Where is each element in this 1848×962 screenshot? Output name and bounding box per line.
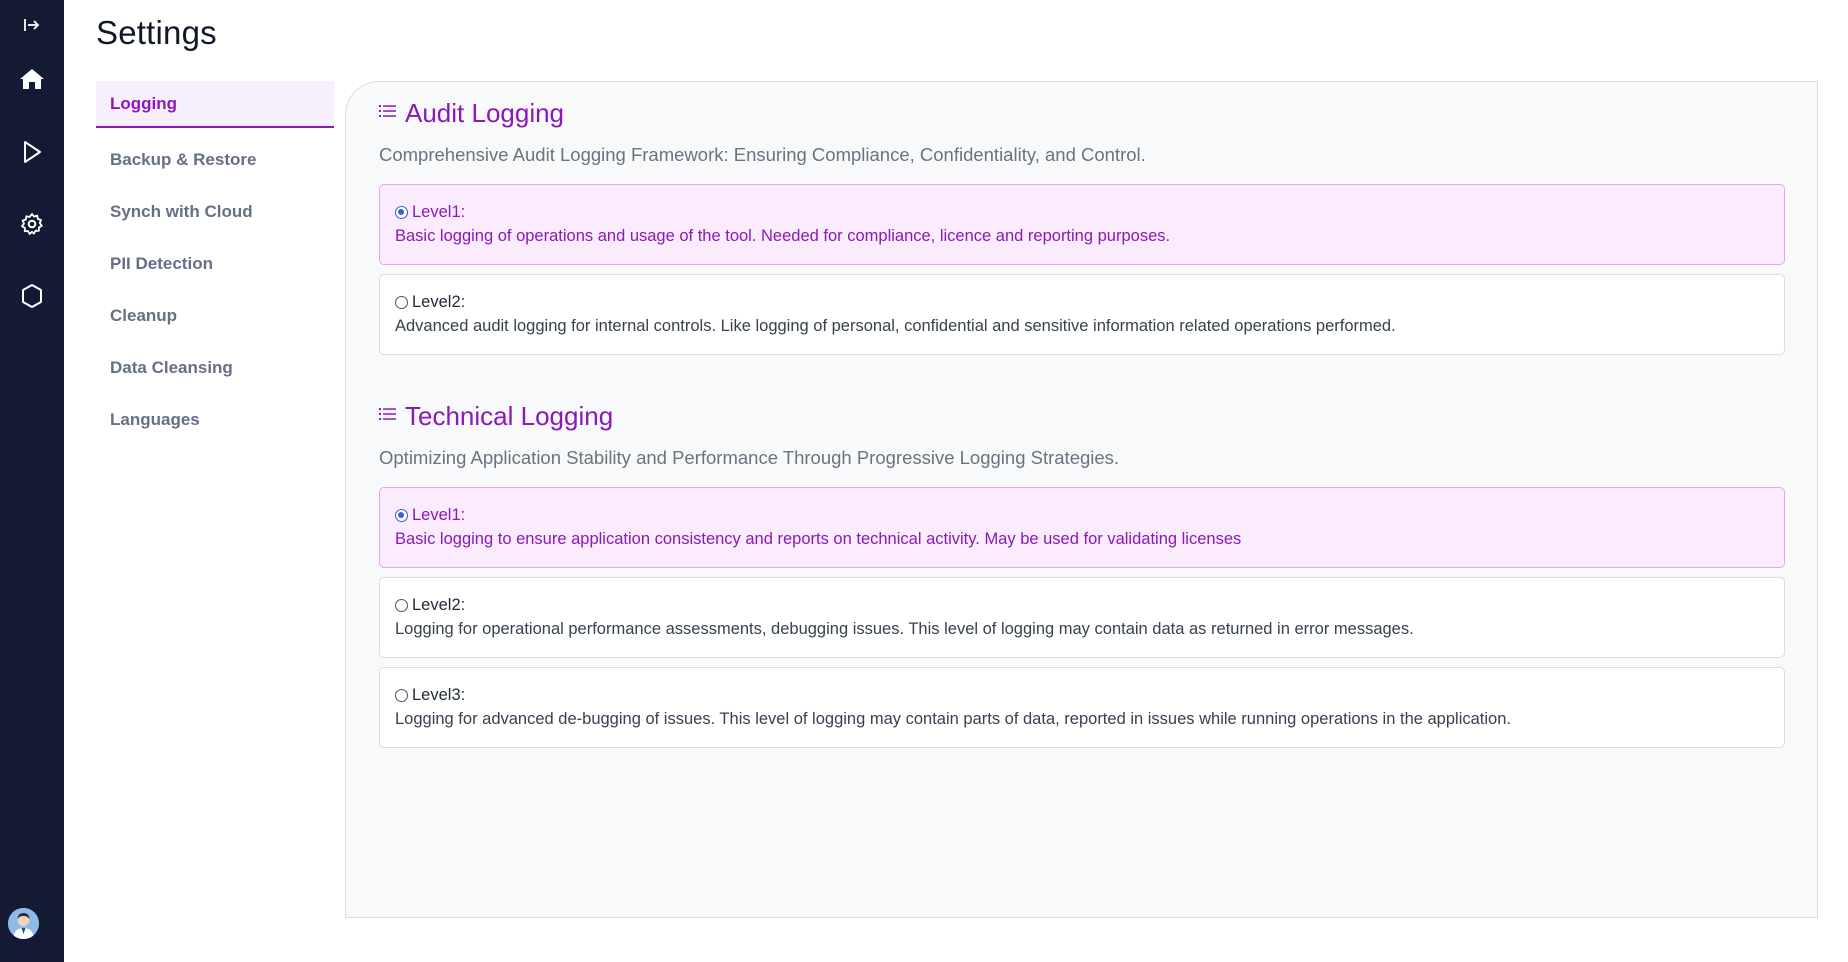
home-icon[interactable] [0,65,64,93]
option-description: Basic logging of operations and usage of… [395,227,1171,245]
hexagon-icon[interactable] [0,282,64,310]
option-description: Basic logging to ensure application cons… [395,530,1242,548]
audit-section-header: Audit Logging [379,98,564,129]
list-icon [379,104,397,123]
technical-level2-option[interactable]: Level2: Logging for operational performa… [379,577,1785,658]
option-level-label: Level3: [412,685,466,704]
page-title: Settings [96,14,217,51]
nav-item-languages[interactable]: Languages [96,394,334,446]
technical-section-title: Technical Logging [405,401,614,431]
gear-icon[interactable] [0,210,64,238]
technical-section-description: Optimizing Application Stability and Per… [379,447,1120,468]
logging-panel: Audit Logging Comprehensive Audit Loggin… [345,81,1818,918]
technical-level3-radio[interactable] [395,688,408,702]
nav-item-logging[interactable]: Logging [96,81,334,128]
nav-item-backup-restore[interactable]: Backup & Restore [96,134,334,186]
technical-level1-radio[interactable] [395,508,408,522]
nav-item-synch-with-cloud[interactable]: Synch with Cloud [96,186,334,238]
audit-level1-radio[interactable] [395,205,408,219]
expand-icon[interactable] [0,12,64,38]
audit-level1-option[interactable]: Level1: Basic logging of operations and … [379,184,1785,265]
audit-level2-option[interactable]: Level2: Advanced audit logging for inter… [379,274,1785,355]
option-level-label: Level1: [412,505,466,524]
option-description: Logging for advanced de-bugging of issue… [395,710,1511,728]
nav-item-cleanup[interactable]: Cleanup [96,290,334,342]
avatar[interactable] [8,908,39,939]
list-icon [379,407,397,426]
option-level-label: Level2: [412,292,466,311]
play-icon[interactable] [0,138,64,166]
audit-section-description: Comprehensive Audit Logging Framework: E… [379,144,1146,165]
option-description: Advanced audit logging for internal cont… [395,317,1396,335]
icon-rail [0,0,64,962]
technical-section-header: Technical Logging [379,401,613,432]
technical-level1-option[interactable]: Level1: Basic logging to ensure applicat… [379,487,1785,568]
option-description: Logging for operational performance asse… [395,620,1414,638]
technical-level2-radio[interactable] [395,598,408,612]
nav-item-data-cleansing[interactable]: Data Cleansing [96,342,334,394]
option-level-label: Level2: [412,595,466,614]
audit-section-title: Audit Logging [405,98,565,128]
nav-item-pii-detection[interactable]: PII Detection [96,238,334,290]
technical-level3-option[interactable]: Level3: Logging for advanced de-bugging … [379,667,1785,748]
option-level-label: Level1: [412,202,466,221]
settings-nav: Logging Backup & Restore Synch with Clou… [96,81,334,446]
audit-level2-radio[interactable] [395,295,408,309]
